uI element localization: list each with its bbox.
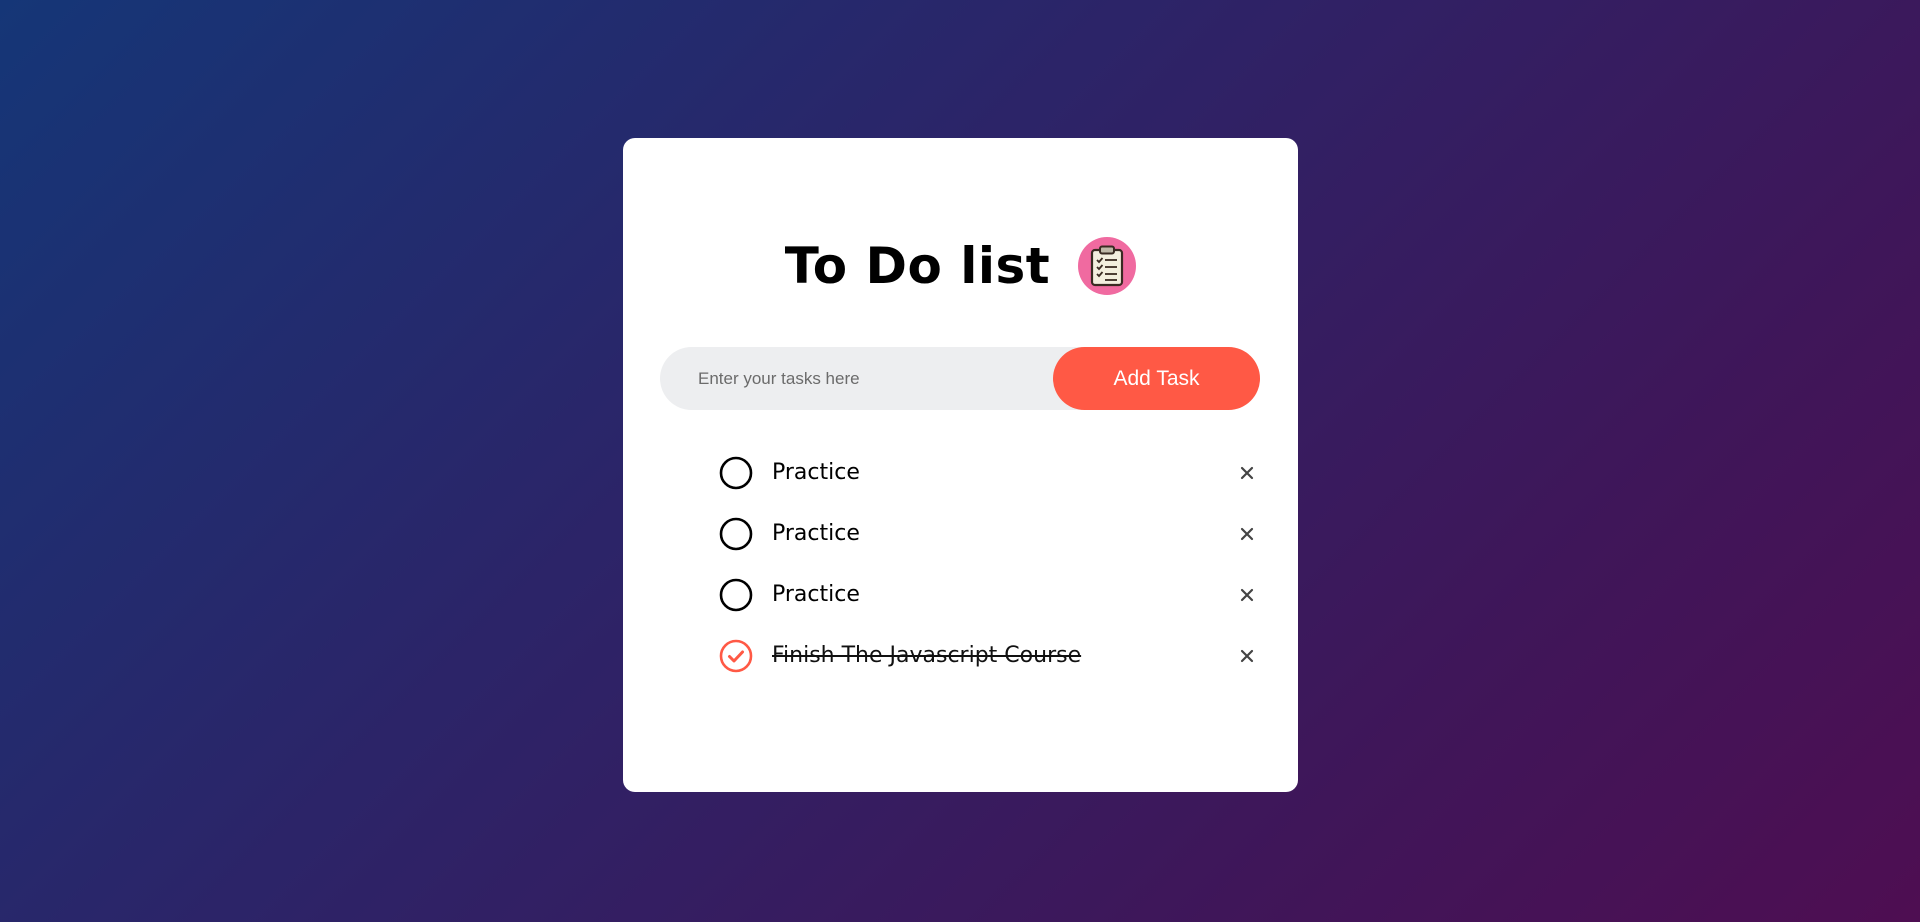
task-text: Finish The Javascript Course	[772, 643, 1082, 668]
todo-card: To Do list Add Task Practice	[623, 138, 1298, 792]
header: To Do list	[623, 226, 1298, 306]
circle-unchecked-icon[interactable]	[719, 578, 753, 612]
task-item-completed[interactable]: Finish The Javascript Course	[719, 625, 1259, 686]
circle-unchecked-icon[interactable]	[719, 517, 753, 551]
close-icon[interactable]	[1235, 644, 1259, 668]
close-icon[interactable]	[1235, 522, 1259, 546]
circle-unchecked-icon[interactable]	[719, 456, 753, 490]
task-item[interactable]: Practice	[719, 442, 1259, 503]
task-text: Practice	[772, 460, 860, 485]
clipboard-checklist-icon	[1078, 237, 1137, 295]
add-task-row: Add Task	[660, 346, 1260, 411]
close-icon[interactable]	[1235, 461, 1259, 485]
task-item[interactable]: Practice	[719, 564, 1259, 625]
task-text: Practice	[772, 521, 860, 546]
check-circle-icon[interactable]	[719, 639, 753, 673]
add-task-button[interactable]: Add Task	[1053, 347, 1260, 410]
task-list: Practice Practice Practice Finish The Ja…	[719, 442, 1259, 686]
task-text: Practice	[772, 582, 860, 607]
close-icon[interactable]	[1235, 583, 1259, 607]
task-item[interactable]: Practice	[719, 503, 1259, 564]
task-input[interactable]	[660, 346, 1053, 411]
page-title: To Do list	[784, 237, 1051, 295]
